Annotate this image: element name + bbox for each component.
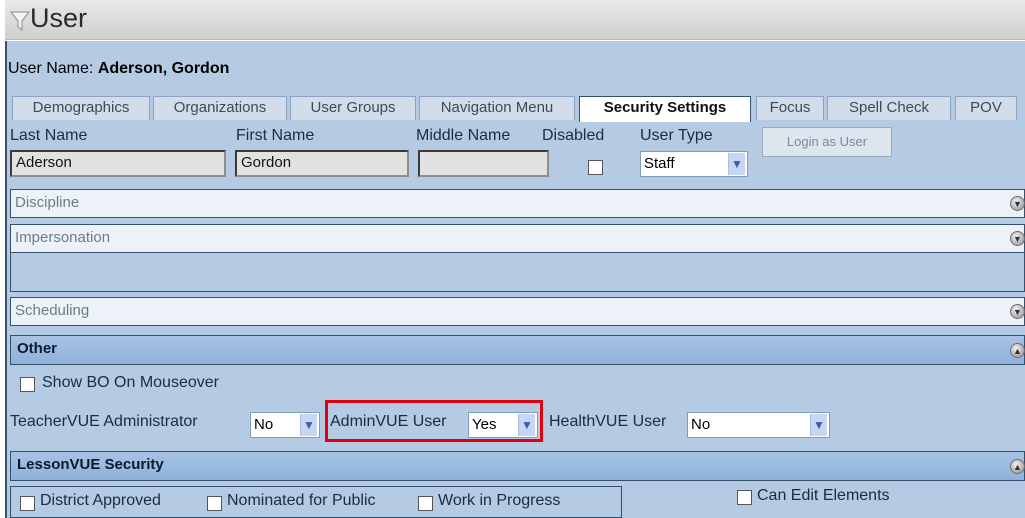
chevron-down-icon[interactable]: ▼ (300, 414, 317, 436)
disabled-checkbox[interactable] (588, 160, 603, 175)
chevron-down-icon[interactable]: ▼ (810, 414, 827, 436)
tab-navigation-menu[interactable]: Navigation Menu (419, 96, 575, 120)
nominated-checkbox[interactable] (207, 496, 222, 511)
can-edit-elements-checkbox[interactable] (737, 490, 752, 505)
section-scheduling[interactable]: Scheduling (10, 297, 1025, 326)
user-type-label: User Type (640, 127, 713, 144)
collapse-icon[interactable]: ▲ (1010, 459, 1025, 474)
show-bo-label: Show BO On Mouseover (42, 374, 219, 391)
last-name-label: Last Name (10, 127, 88, 144)
filter-icon[interactable] (10, 10, 30, 32)
expand-icon[interactable]: ▼ (1010, 196, 1025, 211)
show-bo-checkbox[interactable] (20, 377, 35, 392)
page-title: User (30, 3, 88, 33)
title-bar (5, 0, 1025, 40)
disabled-label: Disabled (542, 127, 605, 144)
work-in-progress-label: Work in Progress (438, 492, 561, 509)
district-approved-label: District Approved (40, 492, 161, 509)
expand-icon[interactable]: ▼ (1010, 304, 1025, 319)
work-in-progress-checkbox[interactable] (418, 496, 433, 511)
tab-spell-check[interactable]: Spell Check (827, 96, 951, 120)
section-lessonvue-security[interactable]: LessonVUE Security (10, 451, 1025, 481)
middle-name-input[interactable] (418, 150, 549, 177)
tab-focus[interactable]: Focus (756, 96, 824, 120)
tab-user-groups[interactable]: User Groups (290, 96, 416, 120)
teachervue-label: TeacherVUE Administrator (10, 413, 198, 430)
section-other[interactable]: Other (10, 335, 1025, 365)
highlight-annotation (325, 400, 543, 442)
expand-icon[interactable]: ▼ (1010, 231, 1025, 246)
middle-name-label: Middle Name (416, 127, 511, 144)
tab-pov[interactable]: POV (955, 96, 1017, 120)
healthvue-label: HealthVUE User (549, 413, 667, 430)
user-name-value: Aderson, Gordon (97, 60, 230, 77)
user-name-label: User Name: (8, 60, 94, 77)
last-name-input[interactable]: Aderson (10, 150, 226, 177)
healthvue-select[interactable]: No (687, 412, 830, 438)
district-approved-checkbox[interactable] (20, 496, 35, 511)
collapse-icon[interactable]: ▲ (1010, 343, 1025, 358)
can-edit-elements-label: Can Edit Elements (757, 487, 890, 504)
user-name-row: User Name: Aderson, Gordon (8, 60, 229, 78)
chevron-down-icon[interactable]: ▼ (728, 153, 745, 175)
first-name-input[interactable]: Gordon (235, 150, 409, 177)
tab-demographics[interactable]: Demographics (12, 96, 150, 120)
tab-organizations[interactable]: Organizations (153, 96, 287, 120)
section-impersonation[interactable]: Impersonation (10, 224, 1025, 253)
nominated-label: Nominated for Public (227, 492, 376, 509)
tab-security-settings[interactable]: Security Settings (579, 96, 751, 122)
first-name-label: First Name (236, 127, 315, 144)
section-discipline[interactable]: Discipline (10, 189, 1025, 218)
login-as-user-button[interactable]: Login as User (762, 127, 892, 157)
